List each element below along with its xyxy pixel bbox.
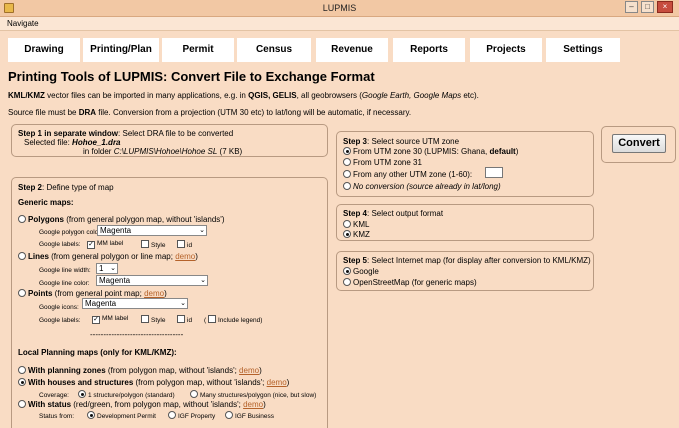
status-igf-business-option[interactable]: IGF Business	[225, 411, 274, 420]
step2-title: Step 2: Define type of map	[18, 183, 114, 192]
minimize-icon[interactable]: –	[625, 1, 638, 13]
utm-zone-input[interactable]	[485, 167, 503, 178]
lines-radio[interactable]	[18, 252, 26, 260]
window-title: LUPMIS	[322, 3, 357, 13]
step2-panel: Step 2: Define type of map Generic maps:…	[11, 177, 328, 428]
polygon-labels-label: Google labels:	[39, 241, 81, 248]
status-igf-property-option[interactable]: IGF Property	[168, 411, 215, 420]
houses-demo-link[interactable]: demo	[267, 378, 287, 387]
step4-title: Step 4: Select output format	[343, 209, 444, 218]
status-permit-option[interactable]: Development Permit	[87, 411, 156, 420]
step3-title: Step 3: Select source UTM zone	[343, 137, 460, 146]
polygon-style-checkbox[interactable]: Style	[141, 240, 165, 249]
coverage-label: Coverage:	[39, 392, 69, 399]
chevron-down-icon: ⌄	[110, 265, 116, 272]
polygon-color-label: Google polygon color:	[39, 229, 103, 236]
polygon-mm-label-checkbox[interactable]: ✓ MM label	[87, 240, 123, 249]
polygons-radio[interactable]	[18, 215, 26, 223]
step1-selected-file: Selected file: Hohoe_1.dra	[24, 138, 121, 147]
chevron-down-icon: ⌄	[199, 227, 205, 234]
tab-reports[interactable]: Reports	[393, 38, 465, 62]
chevron-down-icon: ⌄	[180, 300, 186, 307]
lines-demo-link[interactable]: demo	[175, 252, 195, 261]
separator: -----------------------------------	[90, 330, 184, 339]
maximize-icon[interactable]: □	[641, 1, 654, 13]
close-icon[interactable]: ×	[657, 1, 673, 13]
menubar: Navigate	[0, 17, 679, 31]
icons-label: Google icons:	[39, 304, 79, 311]
step4-panel: Step 4: Select output format KML KMZ	[336, 204, 594, 241]
line-color-select[interactable]: Magenta ⌄	[96, 275, 208, 286]
status-option[interactable]: With status (red/green, from polygon map…	[18, 400, 266, 409]
status-radio[interactable]	[18, 400, 26, 408]
utm31-option[interactable]: From UTM zone 31	[343, 158, 422, 167]
step1-folder: in folder C:\LUPMIS\Hohoe\Hohoe SL (7 KB…	[83, 147, 243, 156]
line-width-label: Google line width:	[39, 267, 91, 274]
coverage-standard-option[interactable]: 1 structure/polygon (standard)	[78, 390, 175, 399]
polygon-id-checkbox[interactable]: id	[177, 240, 192, 249]
step5-panel: Step 5: Select Internet map (for display…	[336, 251, 594, 291]
points-option[interactable]: Points (from general point map; demo)	[18, 289, 167, 298]
houses-option[interactable]: With houses and structures (from polygon…	[18, 378, 289, 387]
convert-button[interactable]: Convert	[612, 134, 666, 153]
lines-option[interactable]: Lines (from general polygon or line map;…	[18, 252, 198, 261]
utm-other-option[interactable]: From any other UTM zone (1-60):	[343, 170, 472, 179]
chevron-down-icon: ⌄	[200, 277, 206, 284]
points-radio[interactable]	[18, 289, 26, 297]
step5-title: Step 5: Select Internet map (for display…	[343, 256, 591, 265]
tab-settings[interactable]: Settings	[546, 38, 620, 62]
main-tabs: Drawing Printing/Plan Permit Census Reve…	[0, 31, 679, 67]
tab-permit[interactable]: Permit	[162, 38, 234, 62]
no-conversion-option[interactable]: No conversion (source already in lat/lon…	[343, 182, 501, 191]
osm-map-option[interactable]: OpenStreetMap (for generic maps)	[343, 278, 477, 287]
points-demo-link[interactable]: demo	[144, 289, 164, 298]
coverage-many-option[interactable]: Many structures/polygon (nice, but slow)	[190, 390, 316, 399]
kml-option[interactable]: KML	[343, 220, 369, 229]
points-mm-label-checkbox[interactable]: ✓ MM label	[92, 315, 128, 324]
page-title: Printing Tools of LUPMIS: Convert File t…	[8, 69, 375, 84]
generic-maps-heading: Generic maps:	[18, 198, 74, 207]
utm30-option[interactable]: From UTM zone 30 (LUPMIS: Ghana, default…	[343, 147, 518, 156]
intro-line-1: KML/KMZ vector files can be imported in …	[8, 91, 479, 100]
planning-zones-radio[interactable]	[18, 366, 26, 374]
local-planning-heading: Local Planning maps (only for KML/KMZ):	[18, 348, 177, 357]
menu-navigate[interactable]: Navigate	[7, 19, 39, 28]
include-legend-checkbox[interactable]: ( Include legend)	[204, 315, 262, 324]
tab-census[interactable]: Census	[237, 38, 311, 62]
zones-demo-link[interactable]: demo	[239, 366, 259, 375]
icons-select[interactable]: Magenta ⌄	[82, 298, 188, 309]
points-labels-label: Google labels:	[39, 317, 81, 324]
step1-title: Step 1 in separate window: Select DRA fi…	[18, 129, 234, 138]
points-id-checkbox[interactable]: id	[177, 315, 192, 324]
kmz-option[interactable]: KMZ	[343, 230, 370, 239]
window-titlebar: LUPMIS – □ ×	[0, 0, 679, 17]
tab-projects[interactable]: Projects	[470, 38, 542, 62]
line-width-select[interactable]: 1 ⌄	[96, 263, 118, 274]
intro-line-2: Source file must be DRA file. Conversion…	[8, 108, 412, 117]
step1-panel: Step 1 in separate window: Select DRA fi…	[11, 124, 328, 157]
tab-revenue[interactable]: Revenue	[316, 38, 388, 62]
tab-printing-plan[interactable]: Printing/Plan	[83, 38, 159, 62]
points-style-checkbox[interactable]: Style	[141, 315, 165, 324]
polygon-color-select[interactable]: Magenta ⌄	[97, 225, 207, 236]
line-color-label: Google line color:	[39, 280, 90, 287]
tab-drawing[interactable]: Drawing	[8, 38, 80, 62]
polygons-option[interactable]: Polygons (from general polygon map, with…	[18, 215, 224, 224]
google-map-option[interactable]: Google	[343, 267, 379, 276]
status-from-label: Status from:	[39, 413, 75, 420]
houses-radio[interactable]	[18, 378, 26, 386]
step3-panel: Step 3: Select source UTM zone From UTM …	[336, 131, 594, 197]
status-demo-link[interactable]: demo	[243, 400, 263, 409]
planning-zones-option[interactable]: With planning zones (from polygon map, w…	[18, 366, 262, 375]
